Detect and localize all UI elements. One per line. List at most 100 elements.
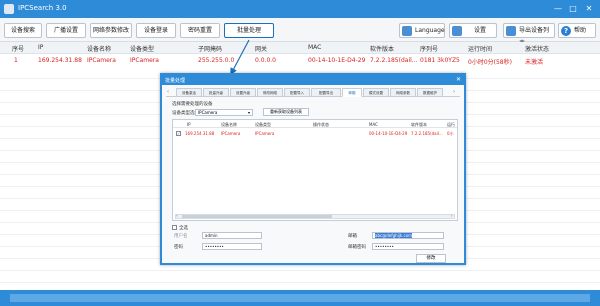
cell-mac: 00-14-10-1E-D4-29 [308,57,366,64]
col-header-software-version[interactable]: 软件版本 [370,44,394,53]
dlg-col-software-version[interactable]: 软件版本 [411,122,427,128]
scroll-thumb[interactable] [182,215,332,218]
tab-mode-settings[interactable]: 模式设置 [363,88,389,97]
tab-network-params[interactable]: 网络参数 [390,88,416,97]
cell-subnet-mask: 255.255.0.0 [198,57,235,64]
settings-button[interactable]: 设置 [449,23,497,38]
col-header-device-type[interactable]: 设备类型 [130,44,154,53]
dlg-cell-device-type: IPCamera [255,131,275,136]
minimize-icon[interactable]: — [552,3,564,15]
col-header-gateway[interactable]: 网关 [255,44,267,53]
close-icon[interactable]: ✕ [583,3,595,15]
dlg-col-device-type[interactable]: 设备类型 [255,122,271,128]
language-button[interactable]: Language [399,23,445,38]
device-grid-header: 序号 IP 设备名称 设备类型 子网掩码 网关 MAC 软件版本 序列号 运行时… [0,42,600,54]
col-header-run-time[interactable]: 运行时间 [468,44,492,53]
dialog-title-bar: 批量处理 ✕ [162,75,464,85]
title-bar: IPCSearch 3.0 — □ ✕ [0,0,600,18]
password-field[interactable]: •••••••• [202,243,262,250]
col-header-ip[interactable]: IP [38,44,43,51]
password-reset-button[interactable]: 密码重置 [180,23,220,38]
email-field[interactable]: abc@defghijk.com [372,232,444,239]
dlg-cell-software-version: 7.2.2.185(dail... [411,131,443,136]
col-header-subnet-mask[interactable]: 子网掩码 [198,44,222,53]
select-devices-label: 选择需要处理的设备 [172,102,213,107]
tab-scroll-right-icon[interactable]: › [453,89,455,95]
scroll-left-icon[interactable]: ‹ [176,213,178,218]
cell-index: 1 [14,57,18,64]
dialog-tab-bar: ‹ 设备激活 批量升级 设置升级 修改网络 配置导入 配置导出 邮箱 模式设置 … [166,88,460,97]
dialog-table-scrollbar[interactable]: ‹ › [175,213,455,219]
tab-device-activation[interactable]: 设备激活 [176,88,202,97]
table-row[interactable]: 1 169.254.31.88 IPCamera IPCamera 255.25… [0,55,600,67]
dialog-device-table: IP 设备名称 设备类型 操作状态 MAC 软件版本 运行 ✓ 169.254.… [172,119,458,221]
device-login-button[interactable]: 设备登录 [136,23,176,38]
select-all-checkbox[interactable]: 全选 [172,225,188,231]
col-header-serial-number[interactable]: 序列号 [420,44,438,53]
export-device-list-button[interactable]: 导出设备列表 [503,23,555,47]
dlg-cell-device-name: IPCamera [221,131,241,136]
chevron-down-icon: ▾ [247,110,250,115]
tab-data-maintenance[interactable]: 数据维护 [417,88,443,97]
tab-config-import[interactable]: 配置导入 [284,88,310,97]
email-password-label: 邮箱密码 [348,245,366,250]
help-icon: ? [561,26,571,36]
help-button[interactable]: ? 帮助 [558,23,596,38]
tab-config-export[interactable]: 配置导出 [311,88,341,97]
dlg-cell-run: 0小 [447,131,454,136]
modify-button[interactable]: 修改 [416,254,446,263]
cell-serial-number: 0181 3k0YZ5 [420,57,460,64]
toolbar: 设备搜索 广播设置 网络参数修改 设备登录 密码重置 批量处理 Language… [0,18,600,47]
dlg-col-op-status[interactable]: 操作状态 [313,122,329,128]
select-all-label: 全选 [179,226,188,231]
app-title: IPCSearch 3.0 [18,4,67,12]
settings-icon [452,26,462,36]
device-type-value: IPCamera [198,110,218,115]
reload-device-list-button[interactable]: 重新获取设备列表 [263,108,309,116]
tab-email[interactable]: 邮箱 [342,88,362,97]
dlg-cell-ip: 169.254.31.88 [185,131,215,136]
device-type-select[interactable]: IPCamera ▾ [195,109,253,116]
email-value: abc@defghijk.com [375,233,413,238]
dialog-table-row[interactable]: ✓ 169.254.31.88 IPCamera IPCamera 00-14-… [173,129,457,137]
dlg-col-ip[interactable]: IP [187,122,191,127]
broadcast-settings-button[interactable]: 广播设置 [46,23,86,38]
tab-modify-network[interactable]: 修改网络 [257,88,283,97]
status-bar [0,290,600,306]
dlg-cell-mac: 00-14-10-1E-D4-29 [369,131,408,136]
tab-settings-upgrade[interactable]: 设置升级 [230,88,256,97]
device-search-button[interactable]: 设备搜索 [4,23,42,38]
email-password-field[interactable]: •••••••• [372,243,444,250]
col-header-index[interactable]: 序号 [12,44,24,53]
username-label: 用户名 [174,234,188,239]
batch-process-button[interactable]: 批量处理 [224,23,274,38]
network-params-button[interactable]: 网络参数修改 [90,23,132,38]
password-label: 密码 [174,245,183,250]
dialog-table-header: IP 设备名称 设备类型 操作状态 MAC 软件版本 运行 [173,120,457,128]
cell-software-version: 7.2.2.185(dail... [370,57,418,64]
settings-label: 设置 [474,27,487,34]
maximize-icon[interactable]: □ [567,3,579,15]
status-bar-panel [10,294,590,302]
col-header-activation-status[interactable]: 激活状态 [525,44,549,53]
row-checkbox[interactable]: ✓ [176,131,181,136]
email-label: 邮箱 [348,234,357,239]
username-field[interactable]: admin [202,232,262,239]
dlg-col-mac[interactable]: MAC [369,122,378,127]
dlg-col-run[interactable]: 运行 [447,122,455,128]
cell-device-type: IPCamera [130,57,159,64]
col-header-mac[interactable]: MAC [308,44,321,51]
cell-run-time: 0小时0分(58秒) [468,59,512,66]
dialog-title: 批量处理 [165,78,186,84]
tab-batch-upgrade[interactable]: 批量升级 [203,88,229,97]
export-icon [506,26,516,36]
batch-process-dialog: 批量处理 ✕ ‹ 设备激活 批量升级 设置升级 修改网络 配置导入 配置导出 邮… [160,73,466,265]
language-icon [402,26,412,36]
language-label: Language [415,27,445,34]
col-header-device-name[interactable]: 设备名称 [87,44,111,53]
scroll-right-icon[interactable]: › [451,213,453,218]
tab-scroll-left-icon[interactable]: ‹ [167,89,169,95]
dialog-close-icon[interactable]: ✕ [456,76,461,83]
dlg-col-device-name[interactable]: 设备名称 [221,122,237,128]
cell-ip: 169.254.31.88 [38,57,82,64]
